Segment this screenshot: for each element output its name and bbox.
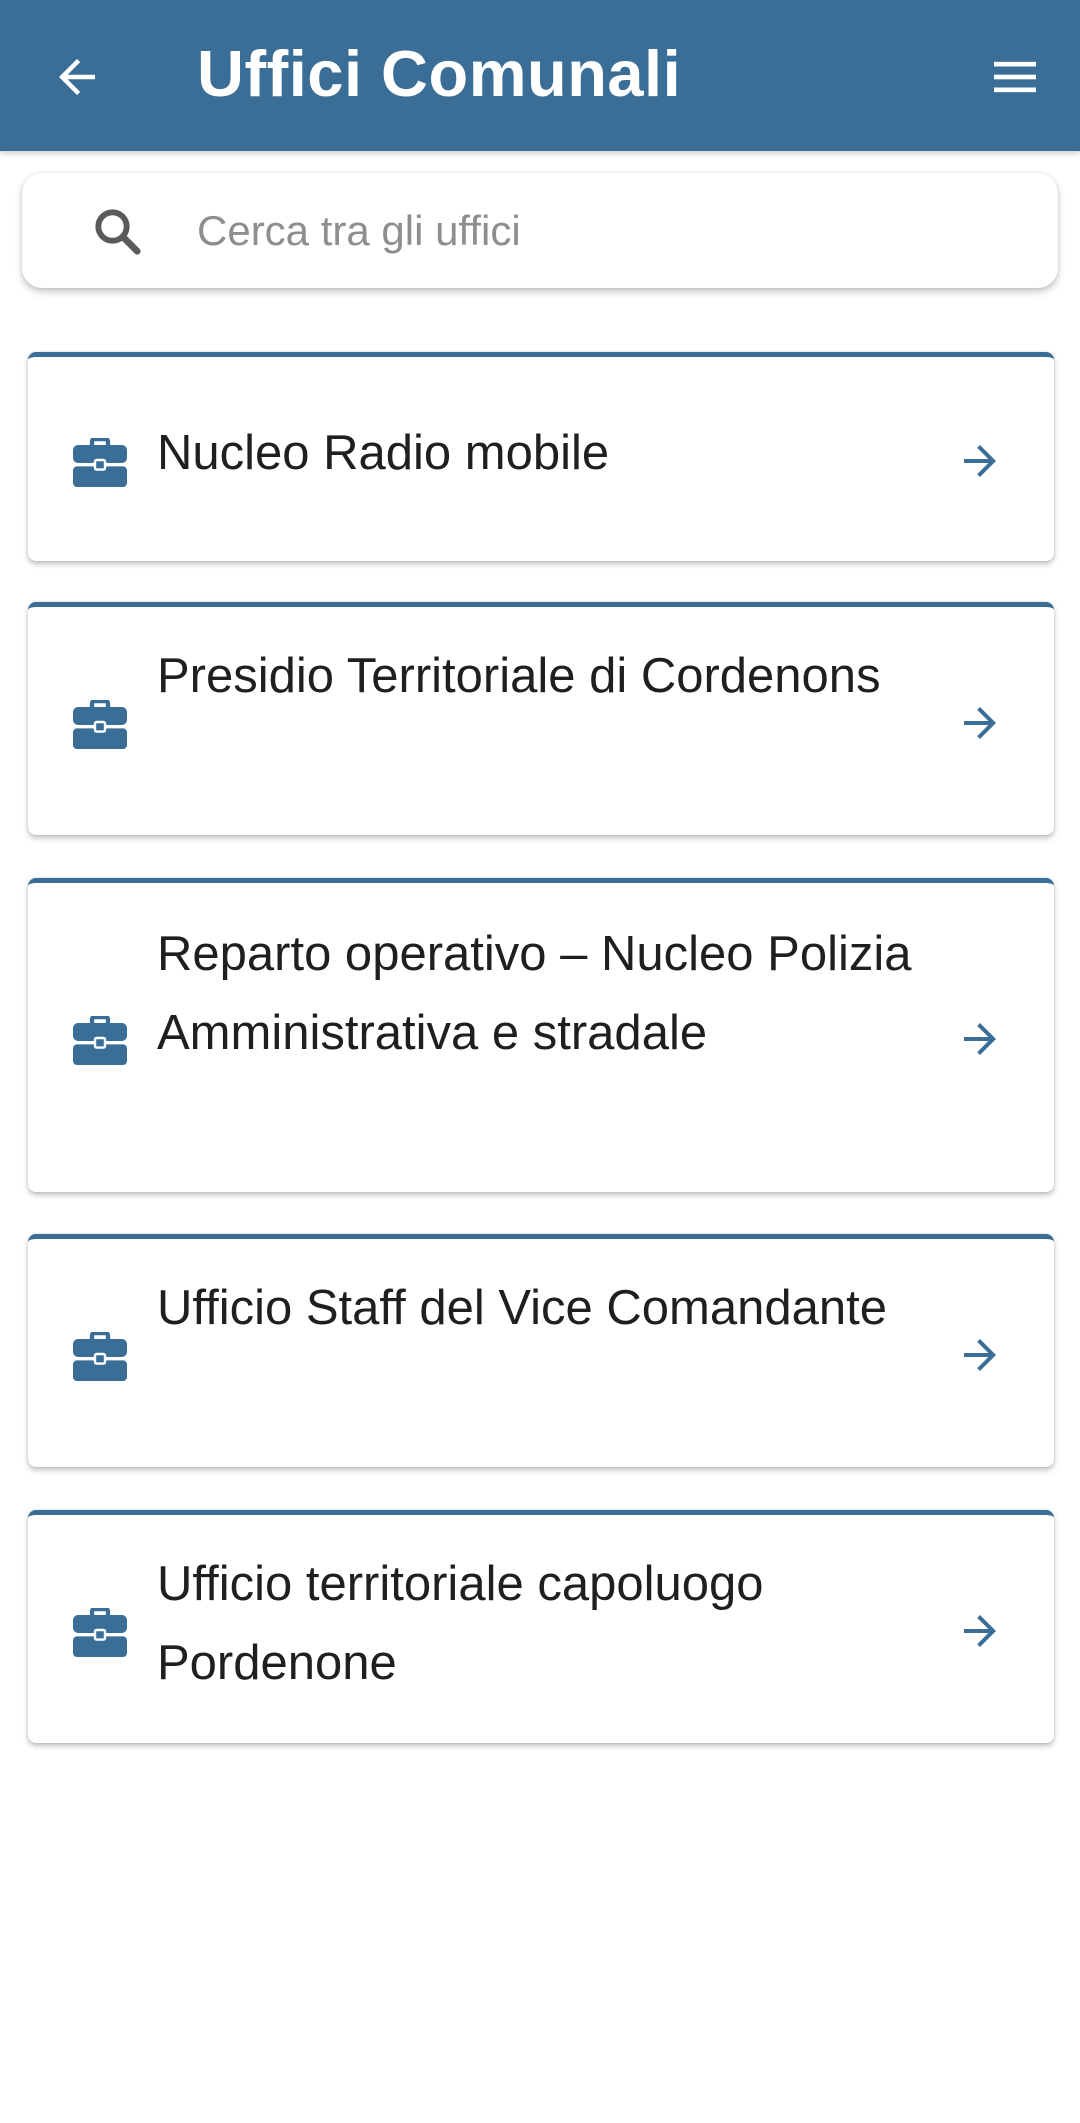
arrow-left-icon (59, 59, 95, 95)
list-item-office[interactable]: Reparto operativo – Nucleo Polizia Ammin… (28, 878, 1054, 1192)
hamburger-menu-icon (994, 61, 1036, 93)
arrow-right-icon (964, 1615, 996, 1647)
office-label: Presidio Territoriale di Cordenons (157, 649, 881, 703)
arrow-right-icon (964, 1339, 996, 1371)
arrow-right-icon (964, 445, 996, 477)
menu-button[interactable] (978, 40, 1052, 114)
back-button[interactable] (40, 40, 114, 114)
briefcase-icon (73, 1016, 127, 1065)
search-bar[interactable] (22, 173, 1058, 288)
arrow-right-icon (964, 707, 996, 739)
arrow-right-icon (964, 1023, 996, 1055)
office-label: Ufficio territoriale capoluogo Pordenone (157, 1557, 764, 1690)
briefcase-icon (73, 700, 127, 749)
briefcase-icon (73, 1332, 127, 1381)
page-title: Uffici Comunali (197, 37, 682, 110)
list-item-office[interactable]: Presidio Territoriale di Cordenons (28, 602, 1054, 835)
office-label: Reparto operativo – Nucleo Polizia Ammin… (157, 927, 912, 1060)
app-bar: Uffici Comunali (0, 0, 1080, 151)
search-input[interactable] (195, 189, 1019, 272)
list-item-office[interactable]: Ufficio Staff del Vice Comandante (28, 1234, 1054, 1467)
list-item-office[interactable]: Nucleo Radio mobile (28, 352, 1054, 561)
office-label: Ufficio Staff del Vice Comandante (157, 1281, 887, 1335)
list-item-office[interactable]: Ufficio territoriale capoluogo Pordenone (28, 1510, 1054, 1743)
search-icon (89, 203, 145, 259)
briefcase-icon (73, 438, 127, 487)
briefcase-icon (73, 1608, 127, 1657)
office-label: Nucleo Radio mobile (157, 426, 610, 480)
